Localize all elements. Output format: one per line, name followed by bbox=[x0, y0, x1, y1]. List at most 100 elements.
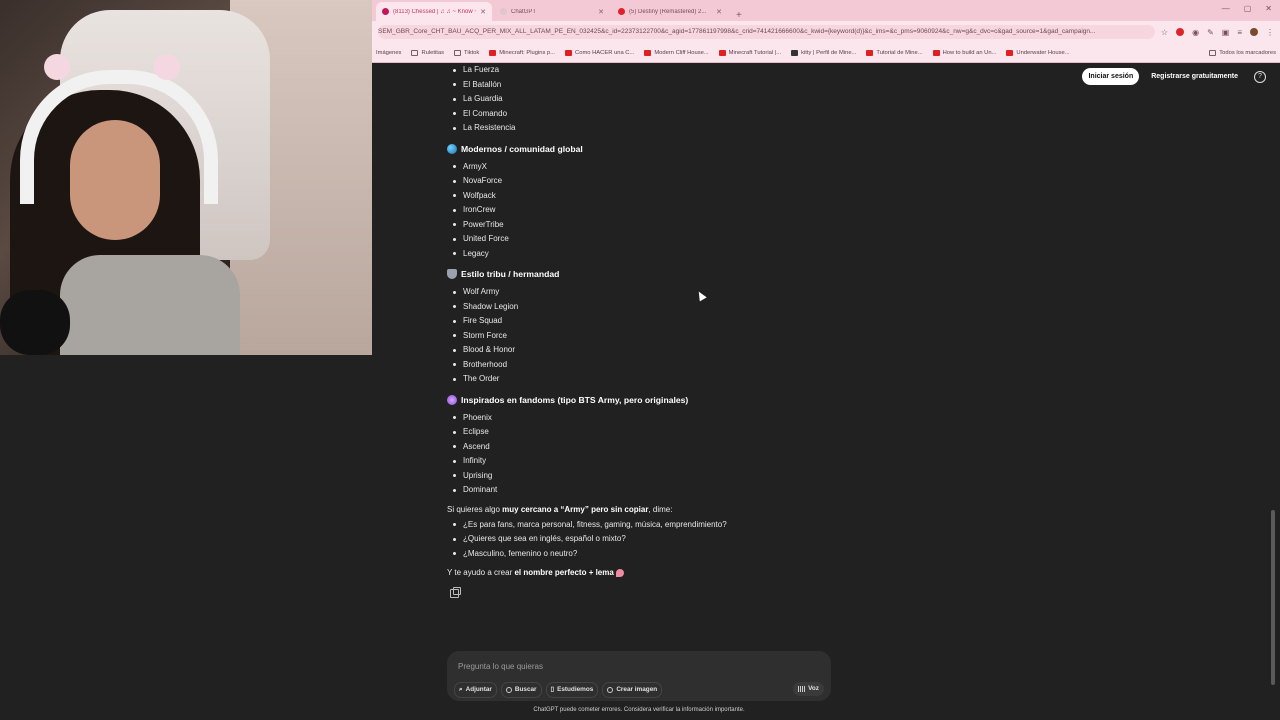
folder-icon bbox=[411, 49, 419, 56]
webcam-microphone bbox=[0, 290, 70, 355]
globe-icon bbox=[447, 143, 457, 154]
tab-title: ChatGPT bbox=[511, 8, 537, 15]
list-item: NovaForce bbox=[447, 174, 867, 189]
maximize-icon[interactable]: ▢ bbox=[1244, 4, 1252, 13]
tab-favicon-icon bbox=[500, 8, 507, 15]
help-icon[interactable]: ? bbox=[1254, 70, 1266, 83]
bookmark-item[interactable]: Tiktok bbox=[454, 49, 479, 56]
downloads-icon[interactable]: ≡ bbox=[1237, 28, 1242, 37]
profile-avatar[interactable] bbox=[1250, 28, 1258, 36]
browser-tab-2[interactable]: (5) Destiny (Remastered) 2... ✕ bbox=[612, 2, 728, 21]
study-button[interactable]: ▯ Estudiemos bbox=[545, 682, 599, 698]
section-heading: Estilo tribu / hermandad bbox=[447, 263, 867, 285]
headset-ear-left bbox=[44, 54, 70, 80]
waveform-icon bbox=[798, 686, 806, 692]
list-item: La Guardia bbox=[447, 92, 867, 107]
youtube-icon bbox=[565, 49, 573, 56]
site-icon bbox=[791, 49, 799, 56]
minimize-icon[interactable]: — bbox=[1222, 4, 1230, 13]
tab-title: (5) Destiny (Remastered) 2... bbox=[629, 8, 707, 15]
list-item: Fire Squad bbox=[447, 314, 867, 329]
extension-icon[interactable]: ✎ bbox=[1207, 28, 1214, 37]
bookmark-item[interactable]: Como HACER una C... bbox=[565, 49, 634, 56]
list-item: El Batallón bbox=[447, 78, 867, 93]
list-item: Ascend bbox=[447, 440, 867, 455]
disclaimer-text: ChatGPT puede cometer errores. Considera… bbox=[533, 707, 745, 713]
browser-tab-0[interactable]: (8113) Chessed | ♫ ♫ ~ Know ~ ✕ bbox=[376, 2, 492, 21]
bookmark-item[interactable]: Ruletitas bbox=[411, 49, 444, 56]
bookmark-item[interactable]: Underwater House... bbox=[1006, 49, 1070, 56]
copy-icon[interactable] bbox=[450, 587, 461, 598]
all-bookmarks[interactable]: Todos los marcadores bbox=[1209, 49, 1276, 56]
name-list-modern: ArmyX NovaForce Wolfpack IronCrew PowerT… bbox=[447, 160, 867, 262]
create-image-button[interactable]: Crear imagen bbox=[602, 682, 663, 698]
youtube-icon bbox=[644, 49, 652, 56]
name-list-military: La Fuerza El Batallón La Guardia El Coma… bbox=[447, 63, 867, 136]
youtube-icon bbox=[866, 49, 874, 56]
bookmark-item[interactable]: kitty | Perfil de Mine... bbox=[791, 49, 856, 56]
list-item: ¿Masculino, femenino o neutro? bbox=[447, 547, 867, 562]
close-icon[interactable]: ✕ bbox=[598, 8, 604, 16]
rocket-icon bbox=[616, 568, 625, 577]
tab-favicon-icon bbox=[382, 8, 389, 15]
attach-button[interactable]: ⌕ Adjuntar bbox=[454, 682, 497, 698]
window-controls: — ▢ ✕ bbox=[1222, 4, 1272, 13]
scrollbar[interactable] bbox=[1271, 510, 1275, 685]
youtube-icon bbox=[932, 49, 940, 56]
bookmark-item[interactable]: How to build an Un... bbox=[932, 49, 996, 56]
address-bar-row: SEM_GBR_Core_CHT_BAU_ACQ_PER_MIX_ALL_LAT… bbox=[372, 21, 1280, 43]
new-tab-icon[interactable]: + bbox=[730, 10, 748, 21]
tab-favicon-icon bbox=[618, 8, 625, 15]
assistant-response: La Fuerza El Batallón La Guardia El Coma… bbox=[447, 63, 867, 598]
kebab-menu-icon[interactable]: ⋮ bbox=[1266, 28, 1274, 37]
list-item: Brotherhood bbox=[447, 358, 867, 373]
bookmark-item[interactable]: Tutorial de Mine... bbox=[866, 49, 923, 56]
bookmark-item[interactable]: Minecraft Tutorial |... bbox=[718, 49, 781, 56]
search-button[interactable]: Buscar bbox=[500, 682, 542, 698]
list-item: IronCrew bbox=[447, 203, 867, 218]
prompt-input[interactable]: Pregunta lo que quieras bbox=[458, 662, 543, 671]
list-item: Dominant bbox=[447, 483, 867, 498]
list-item: Uprising bbox=[447, 469, 867, 484]
url-input[interactable]: SEM_GBR_Core_CHT_BAU_ACQ_PER_MIX_ALL_LAT… bbox=[378, 25, 1155, 39]
webcam-person-body bbox=[60, 255, 240, 355]
image-icon bbox=[607, 687, 614, 693]
list-item: United Force bbox=[447, 232, 867, 247]
list-item: Wolf Army bbox=[447, 285, 867, 300]
star-icon[interactable]: ☆ bbox=[1161, 28, 1168, 37]
list-item: Infinity bbox=[447, 454, 867, 469]
tab-title: (8113) Chessed | ♫ ♫ ~ Know ~ bbox=[393, 8, 477, 15]
opera-extension-icon[interactable] bbox=[1176, 28, 1185, 36]
voice-button[interactable]: Voz bbox=[793, 682, 824, 696]
question-list: ¿Es para fans, marca personal, fitness, … bbox=[447, 518, 867, 562]
browser-tab-1[interactable]: ChatGPT ✕ bbox=[494, 2, 610, 21]
close-icon[interactable]: ✕ bbox=[716, 8, 722, 16]
login-button[interactable]: Iniciar sesión bbox=[1082, 68, 1140, 85]
list-item: Shadow Legion bbox=[447, 300, 867, 315]
list-item: The Order bbox=[447, 372, 867, 387]
webcam-overlay bbox=[0, 0, 372, 355]
header-actions: Iniciar sesión Registrarse gratuitamente… bbox=[1082, 68, 1266, 85]
close-icon[interactable]: ✕ bbox=[480, 8, 486, 16]
bookmark-item[interactable]: Minecraft: Plugins p... bbox=[489, 49, 555, 56]
sparkles-icon bbox=[447, 394, 457, 405]
closing-line: Y te ayudo a crear el nombre perfecto + … bbox=[447, 564, 867, 581]
audio-extension-icon[interactable]: ◉ bbox=[1192, 28, 1199, 37]
list-item: ¿Es para fans, marca personal, fitness, … bbox=[447, 518, 867, 533]
extensions-puzzle-icon[interactable]: ▣ bbox=[1222, 28, 1230, 37]
tab-strip: (8113) Chessed | ♫ ♫ ~ Know ~ ✕ ChatGPT ✕ … bbox=[372, 0, 1280, 21]
chat-composer: Pregunta lo que quieras ⌕ Adjuntar Buscar… bbox=[447, 651, 831, 701]
list-item: La Fuerza bbox=[447, 63, 867, 78]
book-icon: ▯ bbox=[550, 686, 555, 693]
question-intro: Si quieres algo muy cercano a “Army” per… bbox=[447, 504, 673, 514]
youtube-icon bbox=[489, 49, 497, 56]
wolf-icon bbox=[447, 269, 457, 279]
register-button[interactable]: Registrarse gratuitamente bbox=[1145, 68, 1244, 85]
section-heading: Modernos / comunidad global bbox=[447, 138, 867, 160]
list-item: PowerTribe bbox=[447, 218, 867, 233]
list-item: El Comando bbox=[447, 107, 867, 122]
window-close-icon[interactable]: ✕ bbox=[1265, 4, 1272, 13]
bookmark-item[interactable]: Imágenes bbox=[376, 50, 401, 56]
bookmark-item[interactable]: Modern Cliff House... bbox=[644, 49, 709, 56]
section-heading: Inspirados en fandoms (tipo BTS Army, pe… bbox=[447, 389, 867, 411]
